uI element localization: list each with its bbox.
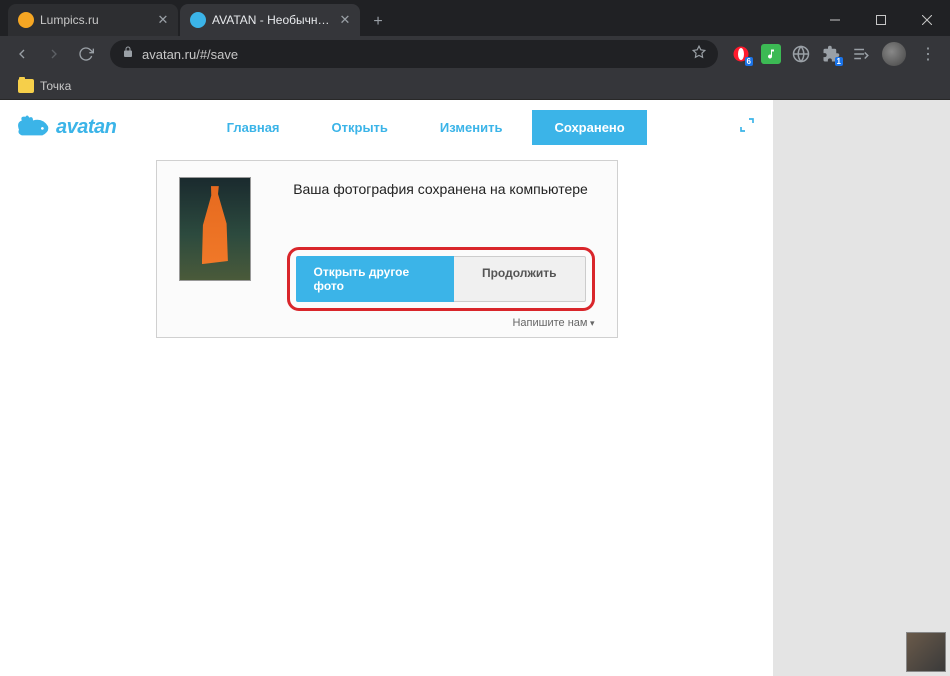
whale-icon xyxy=(14,113,52,141)
tab-title: AVATAN - Необычный Фоторед... xyxy=(212,13,332,27)
extension-music-icon[interactable] xyxy=(761,44,781,64)
viewport: avatan Главная Открыть Изменить Сохранен… xyxy=(0,100,950,676)
close-icon[interactable]: ✕ xyxy=(156,13,170,27)
tabs-strip: Lumpics.ru ✕ AVATAN - Необычный Фоторед.… xyxy=(0,0,812,36)
site-nav: Главная Открыть Изменить Сохранено xyxy=(116,110,735,145)
tab-avatan[interactable]: AVATAN - Необычный Фоторед... ✕ xyxy=(180,4,360,36)
close-window-button[interactable] xyxy=(904,4,950,36)
url-text: avatan.ru/#/save xyxy=(142,47,684,62)
extension-puzzle-icon[interactable]: 1 xyxy=(821,44,841,64)
browser-menu-button[interactable]: ⋮ xyxy=(914,44,942,64)
nav-saved[interactable]: Сохранено xyxy=(532,110,646,145)
folder-icon xyxy=(18,79,34,93)
page-content: avatan Главная Открыть Изменить Сохранен… xyxy=(0,100,773,676)
address-bar[interactable]: avatan.ru/#/save xyxy=(110,40,718,68)
reload-button[interactable] xyxy=(72,40,100,68)
lock-icon xyxy=(122,45,134,63)
nav-home[interactable]: Главная xyxy=(205,110,302,145)
save-message: Ваша фотография сохранена на компьютере xyxy=(293,181,588,197)
logo-text: avatan xyxy=(56,116,116,139)
minimize-button[interactable] xyxy=(812,4,858,36)
bookmark-folder-tochka[interactable]: Точка xyxy=(12,77,77,95)
feedback-link[interactable]: Напишите нам xyxy=(179,317,595,329)
profile-avatar[interactable] xyxy=(882,42,906,66)
browser-toolbar: avatan.ru/#/save 6 1 ⋮ xyxy=(0,36,950,72)
window-titlebar: Lumpics.ru ✕ AVATAN - Необычный Фоторед.… xyxy=(0,0,950,36)
extension-globe-icon[interactable] xyxy=(791,44,811,64)
action-buttons-highlight: Открыть другое фото Продолжить xyxy=(287,247,595,311)
nav-edit[interactable]: Изменить xyxy=(418,110,525,145)
reading-list-icon[interactable] xyxy=(851,44,871,64)
back-button[interactable] xyxy=(8,40,36,68)
site-header: avatan Главная Открыть Изменить Сохранен… xyxy=(0,100,773,148)
page-gutter xyxy=(773,100,950,676)
open-other-photo-button[interactable]: Открыть другое фото xyxy=(296,256,454,302)
favicon-icon xyxy=(18,12,34,28)
corner-preview-thumbnail[interactable] xyxy=(906,632,946,672)
save-confirmation-panel: Ваша фотография сохранена на компьютере … xyxy=(156,160,618,338)
maximize-button[interactable] xyxy=(858,4,904,36)
avatan-logo[interactable]: avatan xyxy=(14,113,116,141)
fullscreen-icon[interactable] xyxy=(735,113,759,142)
bookmarks-bar: Точка xyxy=(0,72,950,100)
bookmark-label: Точка xyxy=(40,79,71,93)
continue-button[interactable]: Продолжить xyxy=(454,256,586,302)
close-icon[interactable]: ✕ xyxy=(338,13,352,27)
nav-open[interactable]: Открыть xyxy=(310,110,410,145)
photo-thumbnail xyxy=(179,177,251,281)
window-controls xyxy=(812,4,950,36)
tab-title: Lumpics.ru xyxy=(40,13,150,27)
extension-opera-icon[interactable]: 6 xyxy=(731,44,751,64)
tab-lumpics[interactable]: Lumpics.ru ✕ xyxy=(8,4,178,36)
new-tab-button[interactable]: + xyxy=(364,8,392,36)
forward-button[interactable] xyxy=(40,40,68,68)
bookmark-star-icon[interactable] xyxy=(692,45,706,64)
favicon-icon xyxy=(190,12,206,28)
